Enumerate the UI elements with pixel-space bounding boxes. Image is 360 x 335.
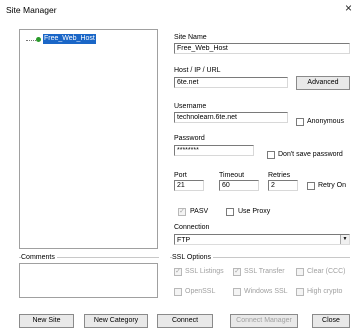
high-crypto-label: High crypto	[307, 288, 343, 295]
site-tree[interactable]	[19, 29, 158, 249]
port-input[interactable]	[174, 180, 204, 191]
new-site-button-label: New Site	[32, 317, 61, 324]
retries-label: Retries	[268, 172, 291, 179]
chevron-down-icon: ▼	[340, 235, 349, 244]
retry-on-label: Retry On	[318, 182, 347, 189]
use-proxy-checkbox[interactable]	[226, 208, 234, 216]
close-icon[interactable]: ×	[345, 2, 352, 14]
ssl-options-label: SSL Options	[172, 254, 214, 262]
dont-save-password-checkbox[interactable]	[267, 151, 275, 159]
pasv-checkbox[interactable]: ✓	[178, 208, 186, 216]
port-label: Port	[174, 172, 187, 179]
username-input[interactable]	[174, 112, 288, 123]
connection-select-value: FTP	[177, 237, 191, 244]
tree-item-free-web-host[interactable]: Free_Web_Host	[43, 34, 96, 44]
site-name-input[interactable]	[174, 43, 350, 54]
ssl-transfer-label: SSL Transfer	[244, 268, 285, 275]
dont-save-password-label: Don't save password	[278, 151, 343, 158]
connection-label: Connection	[174, 224, 210, 231]
advanced-button[interactable]: Advanced	[296, 76, 350, 90]
use-proxy-label: Use Proxy	[238, 208, 271, 215]
ssl-listings-label: SSL Listings	[185, 268, 224, 275]
high-crypto-checkbox[interactable]	[296, 288, 304, 296]
username-label: Username	[174, 103, 207, 110]
close-button-label: Close	[322, 317, 340, 324]
windows-ssl-label: Windows SSL	[244, 288, 288, 295]
openssl-label: OpenSSL	[185, 288, 216, 295]
anonymous-checkbox[interactable]	[296, 118, 304, 126]
new-category-button[interactable]: New Category	[84, 314, 148, 328]
site-name-label: Site Name	[174, 34, 207, 41]
host-input[interactable]	[174, 77, 288, 88]
connect-button[interactable]: Connect	[157, 314, 213, 328]
comments-textarea[interactable]	[19, 263, 158, 298]
retries-input[interactable]	[268, 180, 298, 191]
window-title: Site Manager	[6, 5, 57, 15]
close-button[interactable]: Close	[312, 314, 350, 328]
retry-on-checkbox[interactable]	[307, 182, 315, 190]
ssl-listings-checkbox[interactable]: ✓	[174, 268, 182, 276]
connection-select[interactable]: FTP ▼	[174, 234, 350, 245]
site-icon	[36, 37, 41, 42]
host-label: Host / IP / URL	[174, 67, 221, 74]
password-input[interactable]	[174, 145, 254, 156]
clear-ccc-label: Clear (CCC)	[307, 268, 346, 275]
connect-manager-button[interactable]: Connect Manager	[230, 314, 298, 328]
connect-manager-button-label: Connect Manager	[236, 317, 292, 324]
openssl-checkbox[interactable]	[174, 288, 182, 296]
advanced-button-label: Advanced	[307, 79, 339, 86]
tree-connector	[26, 40, 36, 41]
connect-button-label: Connect	[171, 317, 199, 324]
ssl-transfer-checkbox[interactable]: ✓	[233, 268, 241, 276]
new-site-button[interactable]: New Site	[19, 314, 74, 328]
new-category-button-label: New Category	[93, 317, 139, 324]
timeout-label: Timeout	[219, 172, 245, 179]
anonymous-label: Anonymous	[307, 118, 344, 125]
pasv-label: PASV	[190, 208, 209, 215]
clear-ccc-checkbox[interactable]	[296, 268, 304, 276]
windows-ssl-checkbox[interactable]	[233, 288, 241, 296]
timeout-input[interactable]	[219, 180, 259, 191]
comments-label: Comments	[21, 254, 57, 262]
password-label: Password	[174, 135, 205, 142]
